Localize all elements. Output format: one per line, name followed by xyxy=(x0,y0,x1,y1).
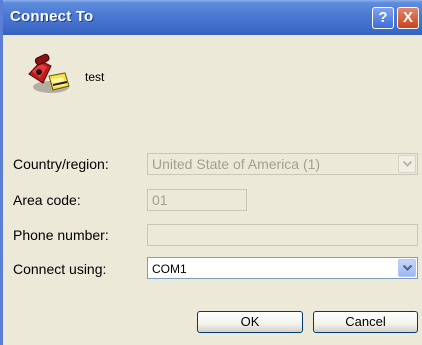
area-code-field: 01 xyxy=(147,189,247,211)
chevron-down-icon[interactable] xyxy=(398,259,416,277)
chevron-down-icon xyxy=(398,155,416,173)
phone-number-field xyxy=(147,224,418,246)
connect-using-label: Connect using: xyxy=(13,261,107,277)
area-code-value: 01 xyxy=(152,192,168,208)
connect-to-dialog: Connect To ? X test Country/region: Unit… xyxy=(0,0,422,345)
window-title: Connect To xyxy=(10,8,94,25)
cancel-button[interactable]: Cancel xyxy=(313,311,418,333)
help-button[interactable]: ? xyxy=(372,7,394,29)
connection-name: test xyxy=(85,70,105,84)
phone-number-label: Phone number: xyxy=(13,227,109,243)
country-region-value: United State of America (1) xyxy=(152,156,321,172)
connect-using-select[interactable]: COM1 xyxy=(147,257,418,279)
close-button[interactable]: X xyxy=(397,7,419,29)
area-code-label: Area code: xyxy=(13,192,81,208)
connect-using-value: COM1 xyxy=(152,262,187,276)
ok-button[interactable]: OK xyxy=(197,311,303,333)
phone-connection-icon xyxy=(23,52,79,96)
title-bar[interactable]: Connect To ? X xyxy=(3,0,422,35)
country-region-select: United State of America (1) xyxy=(147,153,418,175)
country-region-label: Country/region: xyxy=(13,156,109,172)
